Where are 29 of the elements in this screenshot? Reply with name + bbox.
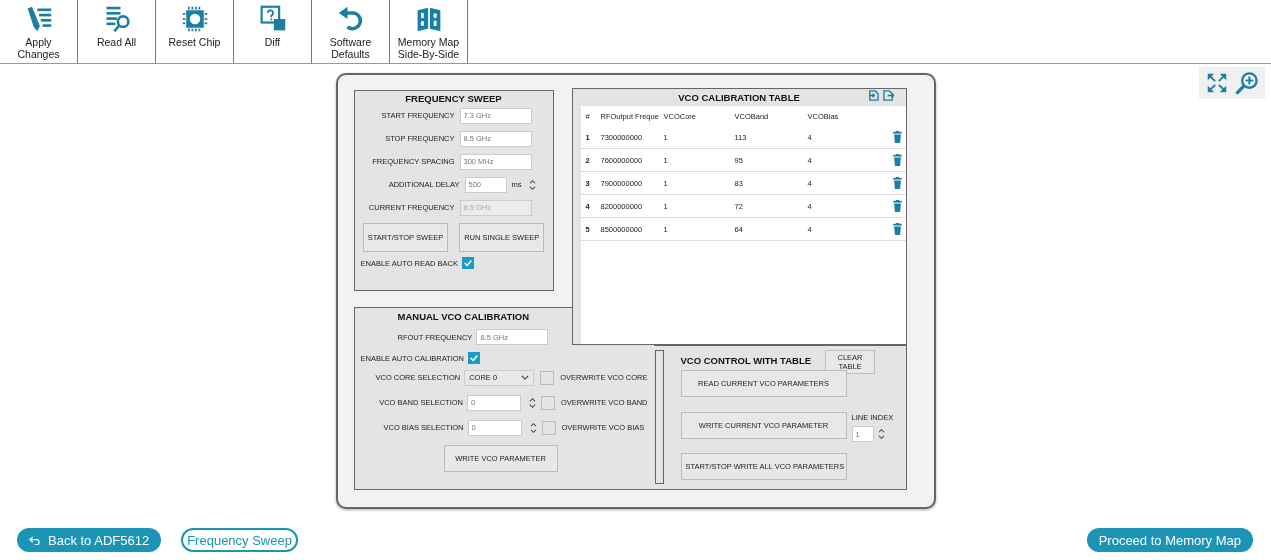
spinner-arrows-icon[interactable] — [877, 427, 885, 441]
spinner-arrows-icon[interactable] — [528, 177, 536, 192]
undo-icon — [336, 5, 365, 33]
trash-icon[interactable] — [892, 223, 902, 235]
zoom-in-icon[interactable] — [1235, 70, 1259, 96]
checkbox[interactable] — [541, 420, 556, 435]
back-button[interactable]: Back to ADF5612 — [17, 528, 162, 552]
frequency-sweep-button[interactable]: Frequency Sweep — [181, 528, 298, 552]
trash-icon[interactable] — [892, 200, 902, 212]
trash-icon[interactable] — [892, 131, 902, 143]
section-title: MANUAL VCO CALIBRATION — [396, 311, 531, 322]
chip-icon — [180, 5, 209, 33]
checkbox[interactable] — [540, 370, 555, 385]
export-icon[interactable] — [882, 90, 894, 101]
chevron-down-icon — [521, 375, 530, 380]
section-title: VCO CONTROL WITH TABLE — [680, 355, 812, 366]
checkbox[interactable] — [468, 352, 480, 364]
section-title: FREQUENCY SWEEP — [404, 93, 503, 104]
section-title: VCO CALIBRATION TABLE — [678, 92, 800, 103]
spinner-arrows-icon[interactable] — [529, 420, 537, 435]
checkbox[interactable] — [461, 257, 474, 269]
trash-icon[interactable] — [892, 177, 902, 189]
spinner-arrows-icon[interactable] — [529, 395, 536, 410]
import-icon[interactable] — [867, 90, 879, 101]
checkbox[interactable] — [540, 395, 555, 410]
trash-icon[interactable] — [892, 154, 902, 166]
question-chip-icon — [258, 5, 287, 33]
back-arrow-icon — [29, 535, 40, 545]
proceed-button[interactable]: Proceed to Memory Map — [1086, 528, 1253, 552]
